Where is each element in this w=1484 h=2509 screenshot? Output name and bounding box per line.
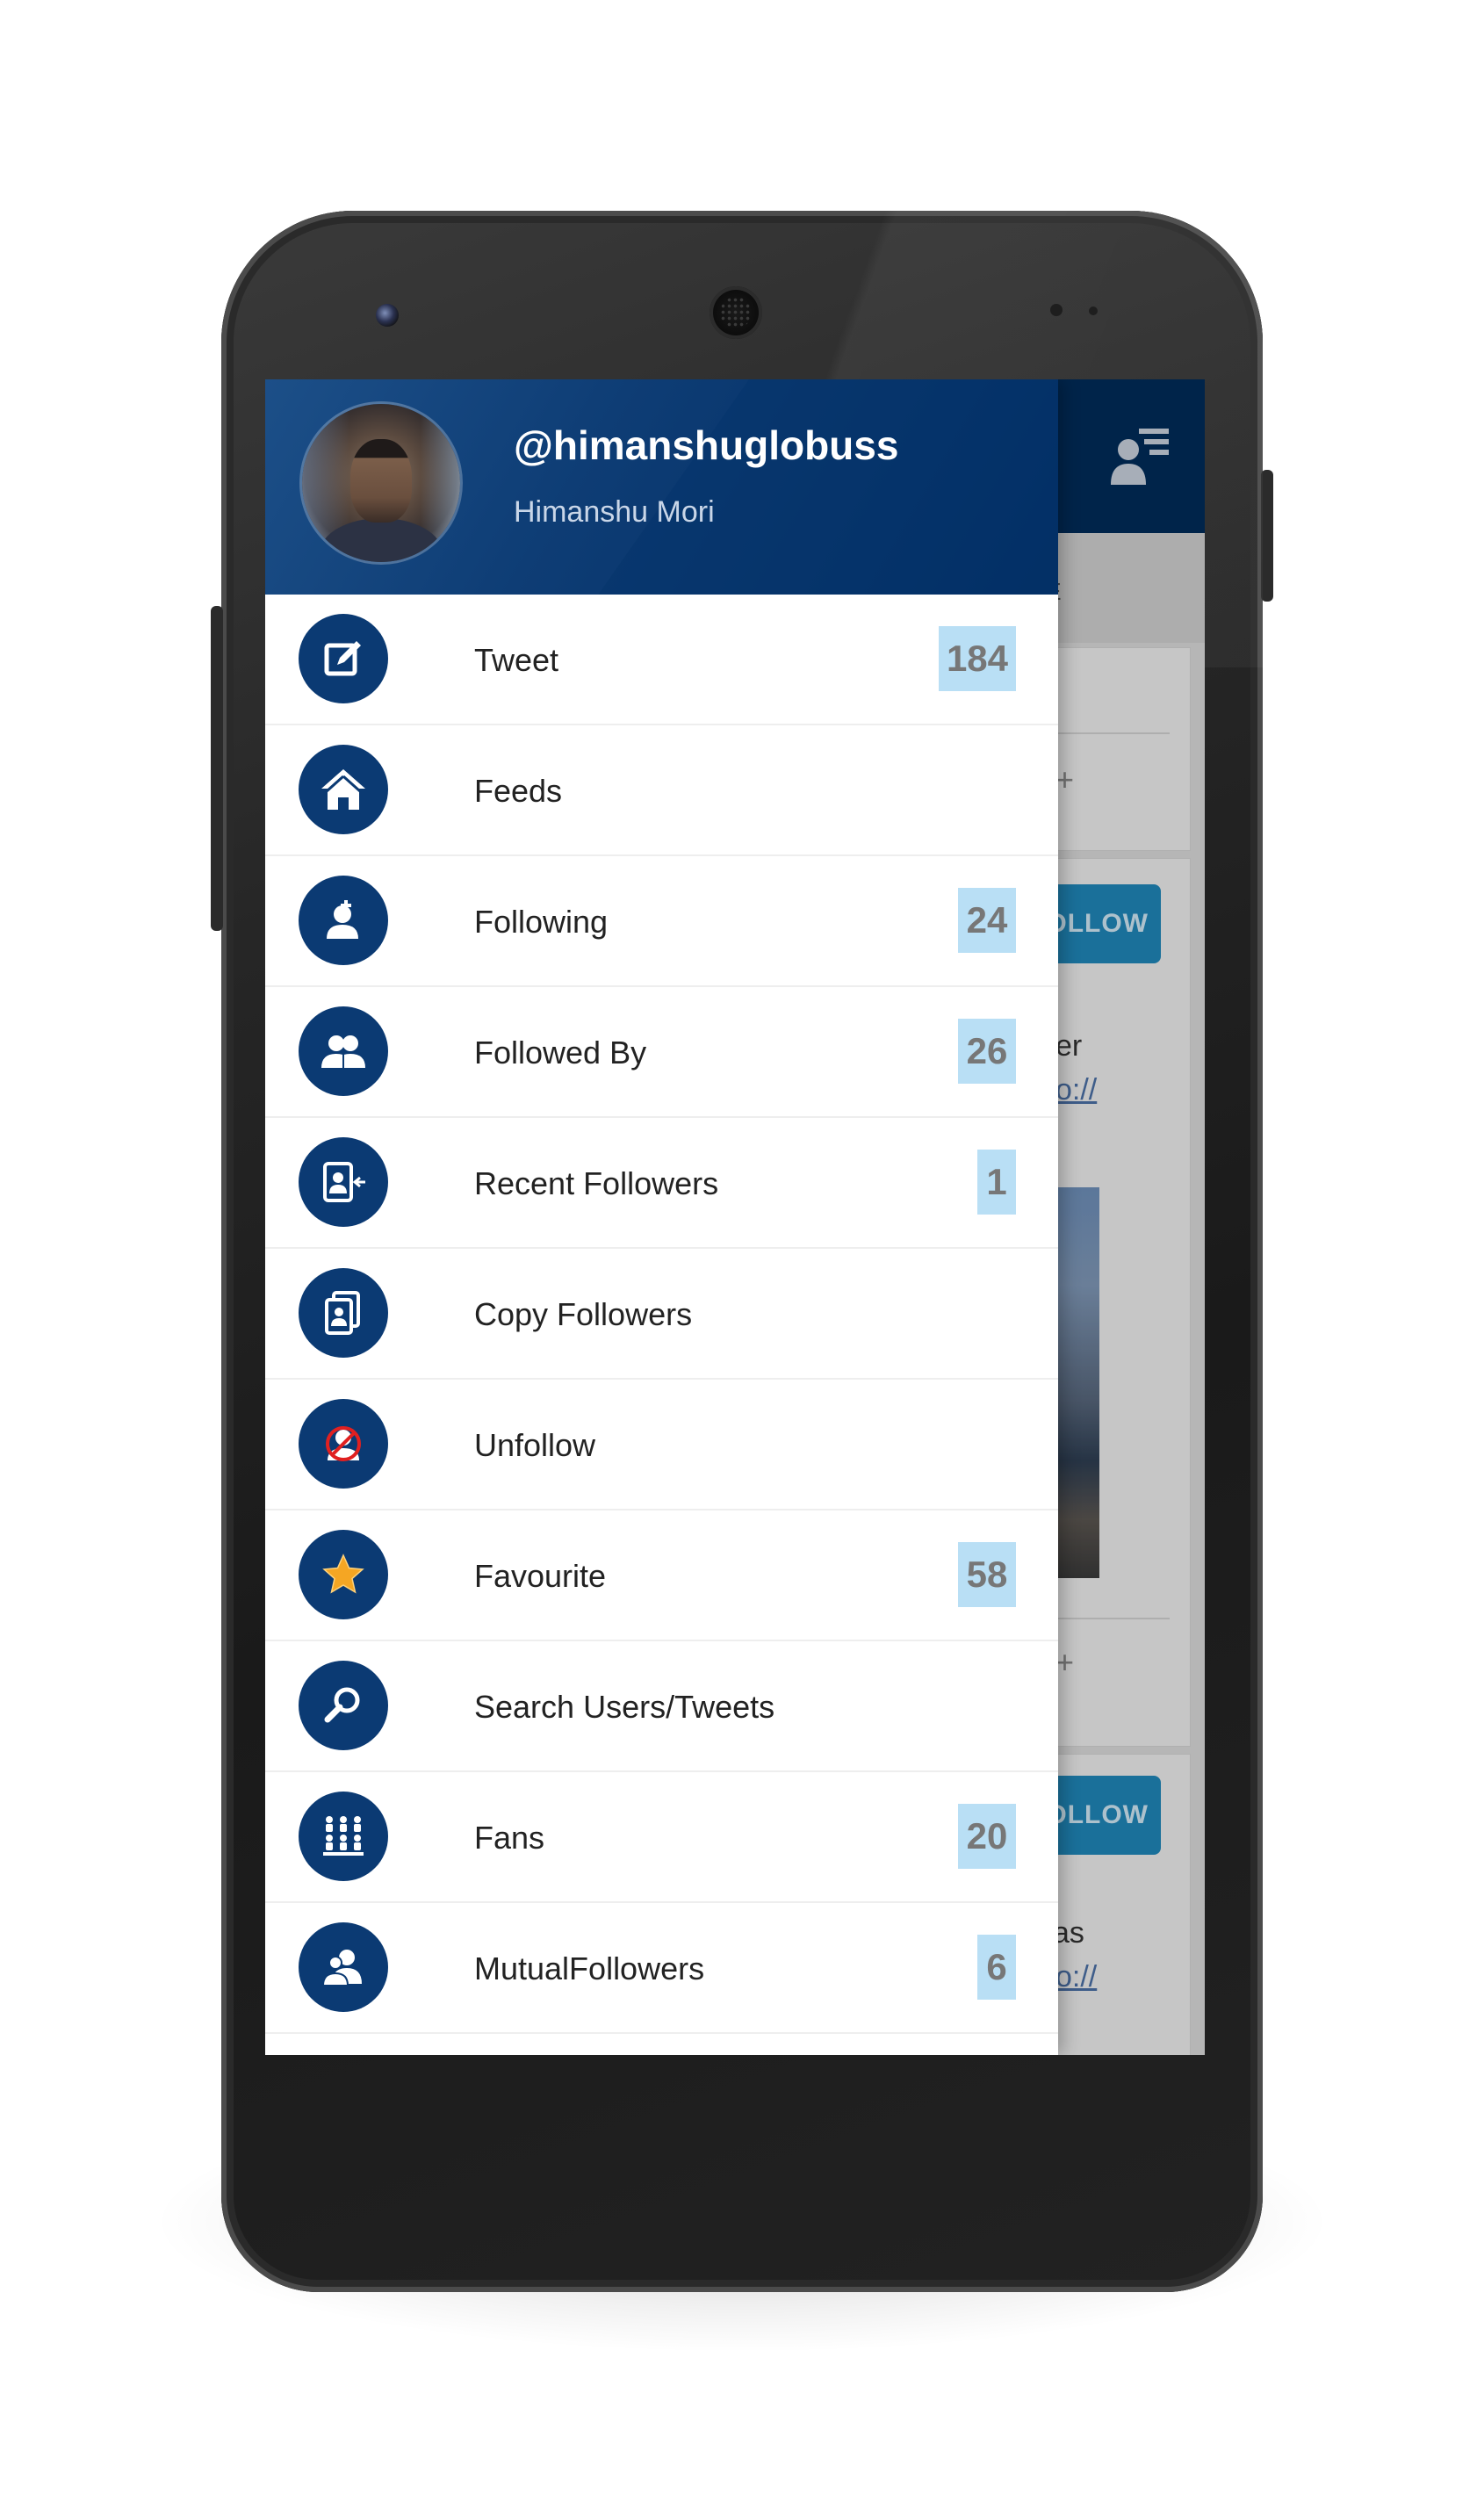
avatar-face: [350, 439, 412, 523]
menu-item-copy-followers[interactable]: Copy Followers: [265, 1249, 1058, 1380]
menu-label: Following: [474, 904, 609, 940]
menu-item-mutual-followers[interactable]: MutualFollowers 6: [265, 1903, 1058, 2034]
menu-label: MutualFollowers: [474, 1950, 705, 1986]
front-camera-icon: [376, 304, 399, 327]
search-icon: [299, 1661, 388, 1750]
menu-label: Feeds: [474, 773, 563, 809]
full-name: Himanshu Mori: [514, 495, 715, 529]
sensor: [1089, 306, 1098, 315]
menu-label: Unfollow: [474, 1427, 596, 1463]
compose-icon: [299, 614, 388, 703]
menu-label: Tweet: [474, 642, 559, 678]
volume-button: [211, 606, 223, 931]
count-badge: 58: [958, 1542, 1016, 1607]
users-group-icon: [299, 1006, 388, 1096]
menu-item-recent-followers[interactable]: Recent Followers 1: [265, 1118, 1058, 1249]
navigation-drawer: @himanshuglobuss Himanshu Mori Tweet 184…: [265, 379, 1058, 2055]
count-badge: 6: [977, 1935, 1016, 2000]
count-badge: 26: [958, 1019, 1016, 1084]
count-badge: 24: [958, 888, 1016, 953]
menu-item-fans[interactable]: Fans 20: [265, 1772, 1058, 1903]
menu-item-feeds[interactable]: Feeds: [265, 725, 1058, 856]
menu-item-following[interactable]: Following 24: [265, 856, 1058, 987]
copy-contact-icon: [299, 1268, 388, 1358]
home-icon: [299, 745, 388, 834]
speaker-grille: [710, 286, 762, 339]
power-button: [1261, 470, 1273, 602]
menu-label: Favourite: [474, 1558, 607, 1594]
user-follow-icon: [299, 876, 388, 965]
crowd-icon: [299, 1792, 388, 1881]
menu-item-followed-by[interactable]: Followed By 26: [265, 987, 1058, 1118]
count-badge: 20: [958, 1804, 1016, 1869]
unfollow-icon: [299, 1399, 388, 1489]
screen: E + OLLOW er o:// + OLLOW vas o:// @hima…: [265, 379, 1205, 2055]
drawer-header: @himanshuglobuss Himanshu Mori: [265, 379, 1058, 595]
menu-item-tweet[interactable]: Tweet 184: [265, 595, 1058, 725]
menu-label: Fans: [474, 1820, 545, 1856]
count-badge: 184: [939, 626, 1016, 691]
sensor: [1050, 304, 1063, 316]
menu-label: Followed By: [474, 1035, 647, 1071]
count-badge: 1: [977, 1150, 1016, 1215]
mutual-users-icon: [299, 1922, 388, 2012]
menu-label: Search Users/Tweets: [474, 1689, 775, 1725]
menu-item-search[interactable]: Search Users/Tweets: [265, 1641, 1058, 1772]
drawer-menu: Tweet 184 Feeds Following 24 Followed By…: [265, 595, 1058, 2034]
menu-label: Recent Followers: [474, 1165, 719, 1201]
star-icon: [299, 1530, 388, 1619]
contact-card-icon: [299, 1137, 388, 1227]
menu-item-favourite[interactable]: Favourite 58: [265, 1510, 1058, 1641]
username: @himanshuglobuss: [514, 422, 899, 468]
avatar[interactable]: [302, 404, 460, 562]
menu-label: Copy Followers: [474, 1296, 693, 1332]
menu-item-unfollow[interactable]: Unfollow: [265, 1380, 1058, 1510]
